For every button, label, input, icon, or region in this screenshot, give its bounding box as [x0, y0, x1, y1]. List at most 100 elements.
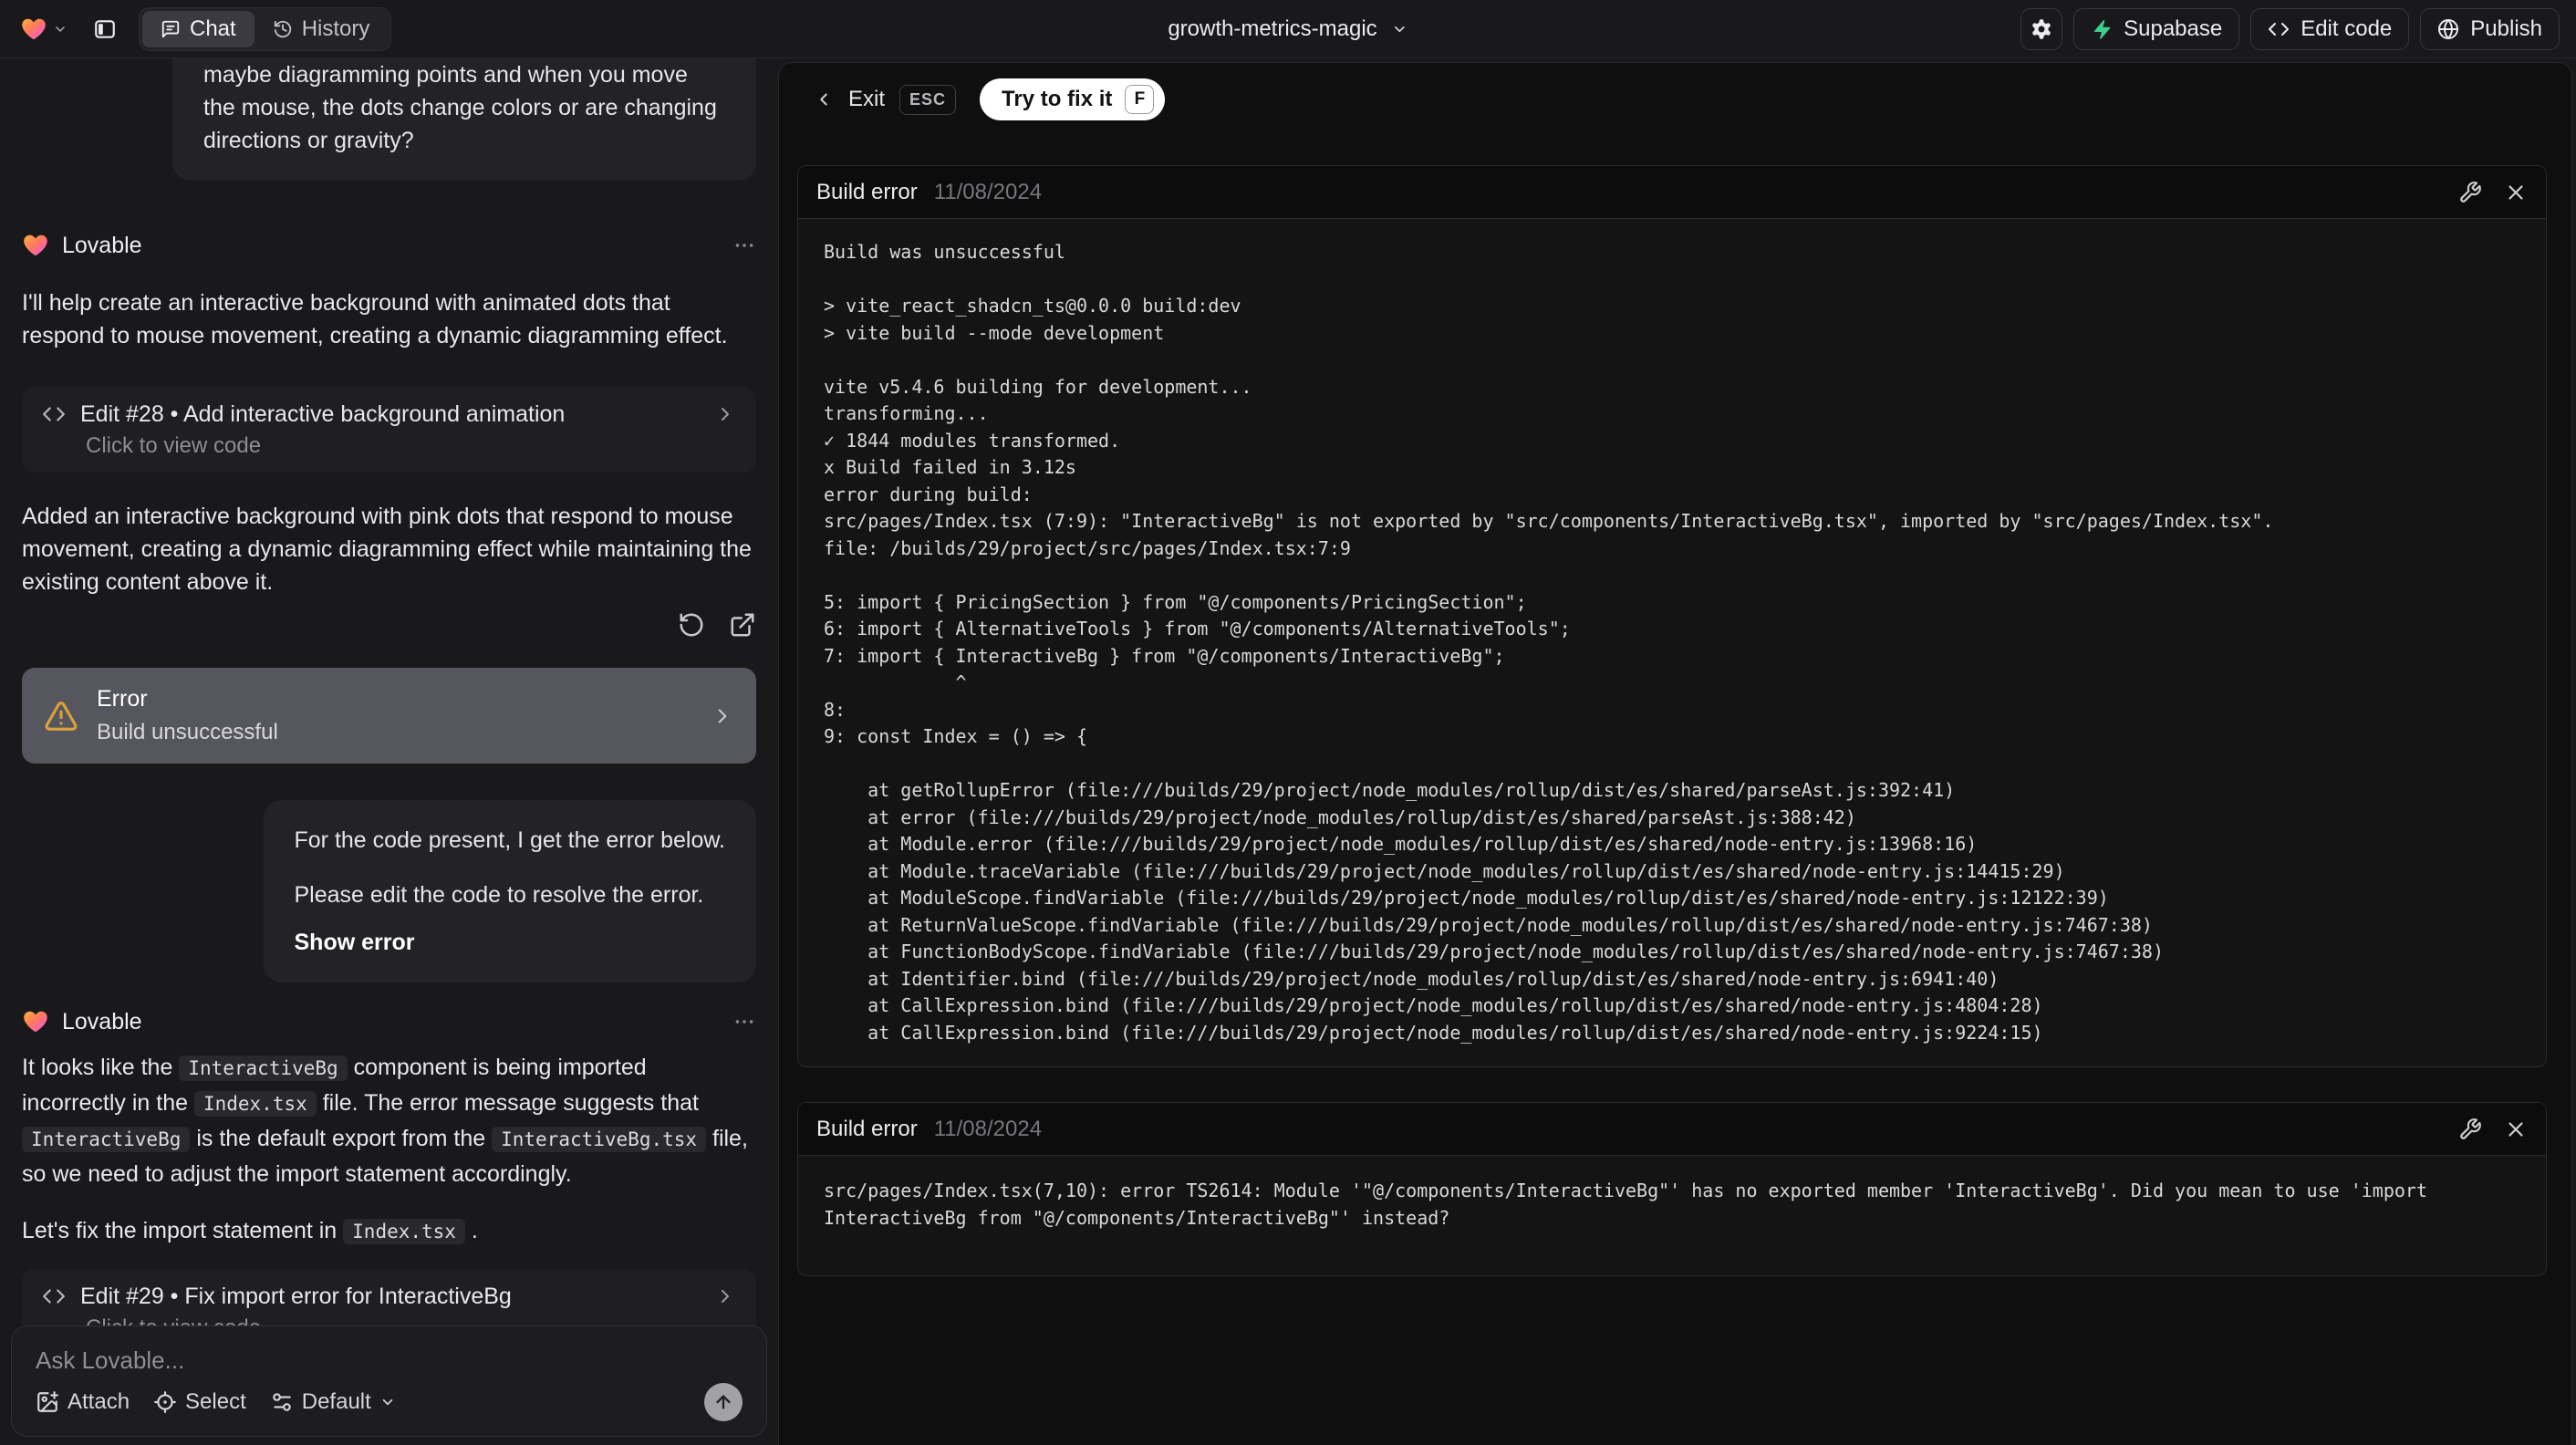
tab-history[interactable]: History — [254, 11, 389, 47]
chat-input-box: Attach Select Default — [11, 1325, 767, 1437]
select-label: Select — [185, 1389, 246, 1414]
chat-input[interactable] — [36, 1346, 743, 1379]
tab-chat[interactable]: Chat — [142, 10, 254, 47]
tab-chat-label: Chat — [190, 16, 236, 41]
panel-date: 11/08/2024 — [933, 179, 1043, 204]
show-error-link[interactable]: Show error — [295, 926, 726, 959]
supabase-button[interactable]: Supabase — [2073, 7, 2240, 50]
assistant-paragraph: It looks like the InteractiveBg componen… — [22, 1055, 748, 1187]
send-icon — [713, 1392, 733, 1412]
more-options-button[interactable] — [732, 234, 756, 257]
attach-icon — [36, 1390, 59, 1414]
esc-key-badge: ESC — [899, 84, 957, 115]
attach-label: Attach — [68, 1389, 130, 1414]
chevron-down-icon — [53, 22, 68, 36]
more-options-button[interactable] — [732, 1010, 756, 1034]
exit-button[interactable]: Exit ESC — [814, 84, 957, 115]
edit-card-subtitle: Click to view code — [86, 1315, 736, 1325]
send-button[interactable] — [704, 1383, 743, 1421]
project-switcher[interactable]: growth-metrics-magic — [1168, 16, 1407, 42]
chat-panel: maybe diagramming points and when you mo… — [0, 58, 778, 1445]
user-message: For the code present, I get the error be… — [263, 800, 756, 982]
user-message-text: For the code present, I get the error be… — [294, 827, 726, 853]
build-error-log: src/pages/Index.tsx(7,10): error TS2614:… — [824, 1180, 2427, 1229]
open-preview-icon[interactable] — [729, 611, 756, 639]
edit-code-label: Edit code — [2301, 16, 2393, 41]
lovable-logo-menu[interactable] — [16, 12, 71, 47]
chat-bubble-icon — [161, 19, 181, 39]
chevron-right-icon — [711, 704, 734, 728]
user-message-text: Please edit the code to resolve the erro… — [294, 882, 704, 908]
build-error-panel-1: Build error 11/08/2024 Build was unsucce… — [797, 165, 2547, 1067]
error-card-subtitle: Build unsuccessful — [97, 720, 278, 744]
edit-card-title: Edit #29 • Fix import error for Interact… — [80, 1283, 512, 1309]
inline-code: Index.tsx — [193, 1091, 317, 1117]
chevron-down-icon — [1392, 21, 1408, 37]
restore-icon[interactable] — [678, 611, 705, 639]
lovable-avatar-icon — [22, 232, 49, 259]
attach-button[interactable]: Attach — [36, 1389, 130, 1415]
panel-title: Build error — [816, 179, 918, 204]
edit-card-28[interactable]: Edit #28 • Add interactive background an… — [22, 387, 756, 473]
inline-code: InteractiveBg.tsx — [492, 1127, 707, 1152]
fix-with-ai-button[interactable] — [2458, 181, 2482, 204]
model-selector[interactable]: Default — [270, 1389, 396, 1415]
chevron-right-icon — [714, 1285, 736, 1307]
select-icon — [153, 1390, 177, 1414]
project-name: growth-metrics-magic — [1168, 16, 1377, 41]
message-actions — [22, 611, 756, 639]
model-icon — [270, 1390, 294, 1414]
panel-header: Build error 11/08/2024 — [798, 166, 2546, 219]
settings-button[interactable] — [2020, 7, 2063, 50]
user-message-text: maybe diagramming points and when you mo… — [203, 62, 717, 153]
user-message: maybe diagramming points and when you mo… — [172, 58, 756, 181]
code-icon — [2268, 18, 2290, 40]
history-icon — [273, 19, 293, 39]
error-overlay: Exit ESC Try to fix it F Build error 11/… — [778, 62, 2572, 1445]
edit-card-title: Edit #28 • Add interactive background an… — [80, 400, 566, 427]
inline-code: InteractiveBg — [22, 1127, 191, 1152]
assistant-message-header: Lovable — [22, 1008, 756, 1035]
model-label: Default — [301, 1389, 371, 1414]
chevron-right-icon — [714, 403, 736, 425]
edit-code-button[interactable]: Edit code — [2250, 7, 2410, 50]
supabase-label: Supabase — [2124, 16, 2223, 41]
close-panel-button[interactable] — [2504, 181, 2528, 204]
edit-card-29[interactable]: Edit #29 • Fix import error for Interact… — [22, 1269, 756, 1325]
lovable-avatar-icon — [22, 1008, 49, 1035]
tab-history-label: History — [301, 16, 370, 41]
assistant-name: Lovable — [62, 1008, 142, 1034]
sidebar-toggle-button[interactable] — [84, 8, 126, 50]
close-icon — [2504, 181, 2528, 204]
publish-label: Publish — [2470, 16, 2542, 41]
error-card-title: Error — [97, 686, 148, 712]
build-error-panel-2: Build error 11/08/2024 src/pages/Index.t… — [797, 1102, 2547, 1276]
chevron-left-icon — [814, 89, 834, 109]
chevron-down-icon — [379, 1394, 396, 1410]
code-icon — [42, 402, 66, 426]
assistant-paragraph: Added an interactive background with pin… — [22, 504, 752, 595]
edit-card-subtitle: Click to view code — [86, 433, 262, 458]
warning-icon — [44, 699, 78, 733]
fix-with-ai-button[interactable] — [2458, 1118, 2482, 1141]
wrench-icon — [2458, 181, 2482, 204]
try-to-fix-label: Try to fix it — [1002, 87, 1113, 111]
gear-icon — [2030, 17, 2053, 41]
build-error-card[interactable]: Error Build unsuccessful — [22, 668, 756, 764]
f-key-badge: F — [1125, 85, 1155, 114]
publish-button[interactable]: Publish — [2420, 7, 2560, 50]
inline-code: Index.tsx — [343, 1219, 465, 1244]
panel-title: Build error — [816, 1116, 918, 1141]
try-to-fix-button[interactable]: Try to fix it F — [980, 78, 1166, 120]
chat-history-tabs: Chat History — [139, 6, 392, 51]
inline-code: InteractiveBg — [179, 1055, 348, 1081]
globe-icon — [2437, 18, 2459, 40]
select-button[interactable]: Select — [153, 1389, 246, 1415]
panel-header: Build error 11/08/2024 — [798, 1103, 2546, 1156]
assistant-paragraph: I'll help create an interactive backgrou… — [22, 290, 728, 348]
panel-date: 11/08/2024 — [933, 1116, 1043, 1141]
close-panel-button[interactable] — [2504, 1118, 2528, 1141]
chat-messages: maybe diagramming points and when you mo… — [0, 58, 778, 1325]
build-error-log: Build was unsuccessful > vite_react_shad… — [824, 241, 2274, 1044]
lovable-logo-icon — [20, 16, 47, 43]
